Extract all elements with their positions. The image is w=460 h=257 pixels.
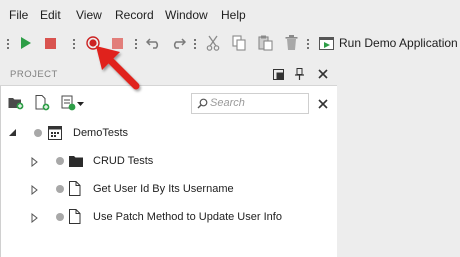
status-dot <box>34 129 42 137</box>
add-item-dropdown-icon[interactable] <box>61 95 85 111</box>
restore-icon[interactable] <box>273 69 284 80</box>
status-dot <box>56 185 64 193</box>
paste-icon[interactable] <box>258 35 273 51</box>
status-dot <box>56 213 64 221</box>
stop-icon[interactable] <box>45 38 56 49</box>
pin-icon[interactable] <box>295 68 304 80</box>
tree-item-label[interactable]: Use Patch Method to Update User Info <box>93 211 282 224</box>
close-panel-icon[interactable] <box>318 69 328 79</box>
toolbar-grip[interactable] <box>194 38 196 50</box>
collapsed-arrow-icon[interactable] <box>31 157 38 167</box>
toolbar-grip[interactable] <box>73 38 75 50</box>
menu-view[interactable]: View <box>76 8 102 23</box>
menu-window[interactable]: Window <box>165 8 208 23</box>
panel-header: PROJECT <box>0 63 337 86</box>
search-icon <box>197 98 208 109</box>
tree-item-label[interactable]: Get User Id By Its Username <box>93 183 234 196</box>
panel-title: PROJECT <box>10 69 58 80</box>
status-dot <box>56 157 64 165</box>
tree-root-label[interactable]: DemoTests <box>73 127 128 140</box>
collapsed-arrow-icon[interactable] <box>31 213 38 223</box>
run-demo-icon[interactable] <box>319 37 334 50</box>
menu-file[interactable]: File <box>9 8 28 23</box>
search-placeholder: Search <box>210 97 245 109</box>
file-icon <box>69 181 81 196</box>
search-input[interactable]: Search <box>191 93 309 114</box>
redo-icon[interactable] <box>170 37 186 49</box>
file-icon <box>69 209 81 224</box>
expanded-arrow-icon[interactable] <box>9 129 17 137</box>
toolbar-grip[interactable] <box>307 38 309 50</box>
menu-help[interactable]: Help <box>221 8 246 23</box>
trash-icon[interactable] <box>285 35 298 51</box>
test-suite-icon <box>48 126 62 140</box>
collapsed-arrow-icon[interactable] <box>31 185 38 195</box>
menu-edit[interactable]: Edit <box>40 8 61 23</box>
annotation-arrow-icon <box>96 46 140 90</box>
copy-icon[interactable] <box>232 35 247 51</box>
cut-icon[interactable] <box>206 35 220 51</box>
menu-record[interactable]: Record <box>115 8 154 23</box>
tree-item-label[interactable]: CRUD Tests <box>93 155 153 168</box>
add-file-icon[interactable] <box>35 95 50 111</box>
toolbar-grip[interactable] <box>7 38 9 50</box>
add-folder-icon[interactable] <box>8 96 24 110</box>
run-demo-application-button[interactable]: Run Demo Application <box>339 36 458 51</box>
play-icon[interactable] <box>20 36 32 50</box>
clear-search-icon[interactable] <box>318 99 328 109</box>
folder-icon <box>69 156 83 167</box>
